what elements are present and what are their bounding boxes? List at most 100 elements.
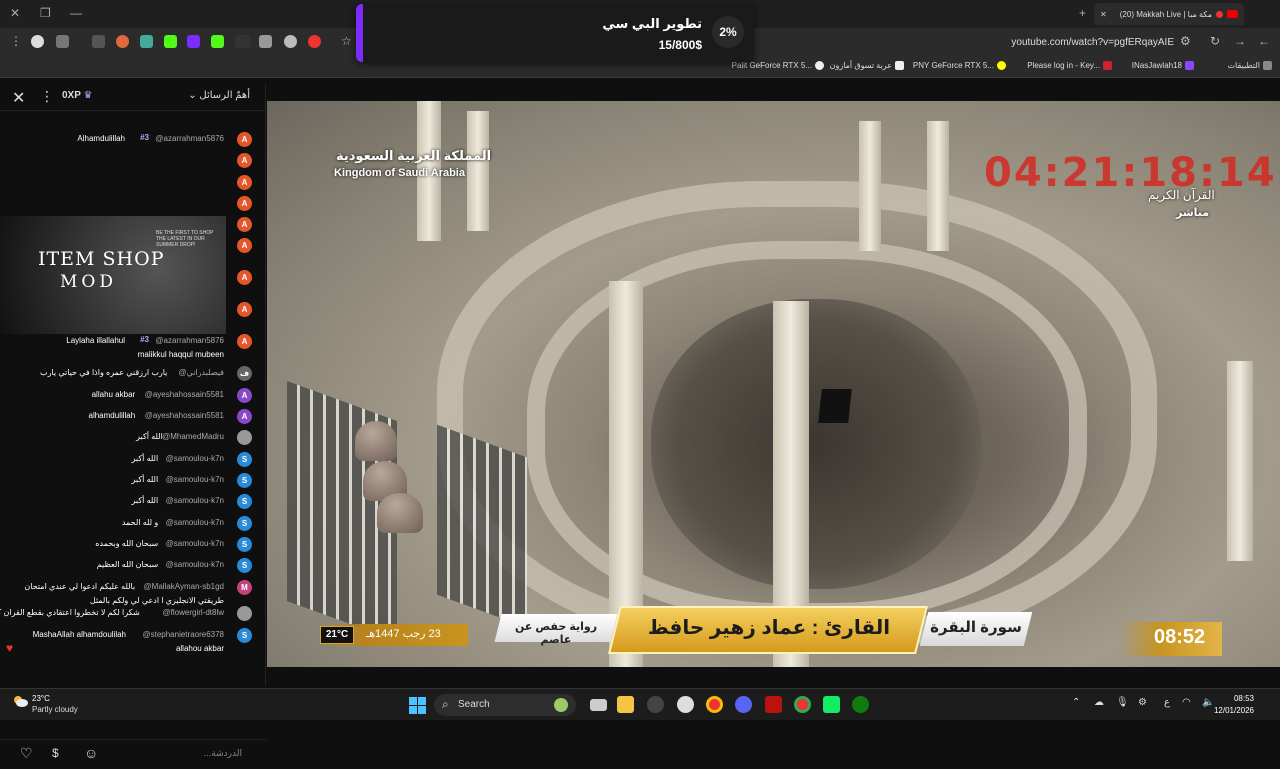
bookmark-star-icon[interactable]: ☆ — [341, 34, 352, 48]
avatar[interactable]: S — [237, 558, 252, 573]
avatar[interactable]: S — [237, 537, 252, 552]
avatar[interactable]: A — [237, 270, 252, 285]
back-icon[interactable]: → — [1234, 34, 1246, 48]
language-icon[interactable]: ع — [1164, 697, 1170, 708]
chat-message[interactable]: M @MallakAyman-sb1gd بالله عليكم ادعوا لي … — [0, 577, 252, 605]
app-icon[interactable] — [647, 696, 664, 713]
avatar[interactable]: A — [237, 217, 252, 232]
close-window-icon[interactable]: ✕ — [10, 6, 20, 20]
bookmark-item[interactable]: Please log in - Key... — [1027, 61, 1112, 71]
extension-400-icon[interactable] — [235, 35, 251, 48]
chat-author[interactable]: @ayeshahossain5581 — [145, 411, 224, 420]
chat-message[interactable]: S @samoulou-k7n الله أكبر — [0, 449, 252, 469]
avatar[interactable]: A — [237, 238, 252, 253]
chat-author[interactable]: @ayeshahossain5581 — [145, 390, 224, 399]
chat-author[interactable]: @samoulou-k7n — [166, 454, 224, 463]
xp-badge[interactable]: 0XP ♛ — [62, 90, 92, 101]
chat-message[interactable]: S @samoulou-k7n الله أكبر — [0, 470, 252, 490]
bookmark-item[interactable]: INasJawlah18 — [1132, 61, 1194, 71]
app-red-icon[interactable] — [765, 696, 782, 713]
close-tab-icon[interactable]: ✕ — [1094, 10, 1107, 19]
address-bar[interactable]: youtube.com/watch?v=pgfERqayAIE — [1011, 37, 1174, 48]
volume-icon[interactable] — [259, 35, 272, 48]
heart-icon[interactable]: ♡ — [20, 745, 33, 762]
chrome-profile-icon[interactable] — [794, 696, 811, 713]
avatar[interactable]: A — [237, 334, 252, 349]
chat-message[interactable]: S @samoulou-k7n الله أكبر — [0, 491, 252, 511]
chat-author[interactable]: @samoulou-k7n — [166, 475, 224, 484]
chat-message[interactable]: ف @فيصلبدراني يارب ارزقني عمره واذا في حيا… — [0, 363, 252, 383]
avatar[interactable]: S — [237, 628, 252, 643]
chat-author[interactable]: @samoulou-k7n — [166, 560, 224, 569]
kick-extension-icon[interactable] — [164, 35, 177, 48]
chat-author[interactable]: @MhamedMadru — [162, 432, 224, 441]
app-active-icon[interactable] — [823, 696, 840, 713]
microphone-icon[interactable]: 🎙 — [1116, 697, 1129, 708]
avatar[interactable]: M — [237, 580, 252, 595]
avatar[interactable]: ف — [237, 366, 252, 381]
weather-temperature[interactable]: 23°C — [32, 694, 50, 703]
clock-time[interactable]: 08:53 — [1234, 694, 1254, 703]
chat-message[interactable]: A @ayeshahossain5581 allahu akbar — [0, 385, 252, 405]
bookmark-item[interactable]: عربة تسوق أمازون — [830, 61, 904, 71]
chrome-icon[interactable] — [706, 696, 723, 713]
avatar[interactable]: A — [237, 196, 252, 211]
chat-author[interactable]: @MallakAyman-sb1gd — [144, 582, 224, 591]
chat-author[interactable]: @samoulou-k7n — [166, 496, 224, 505]
chat-message[interactable]: S @stephanietraore6378 MashaAllah alhamdou… — [0, 625, 252, 655]
chat-message[interactable]: @MhamedMadru الله أكبر — [0, 427, 252, 447]
new-tab-icon[interactable]: + — [1079, 6, 1086, 20]
chat-author[interactable]: @stephanietraore6378 — [142, 630, 224, 639]
taskbar-search[interactable]: ⌕ Search — [434, 694, 576, 716]
more-options-icon[interactable]: ⋮ — [40, 88, 54, 105]
chat-author[interactable]: @azarrahman5876 — [155, 336, 224, 345]
chat-author[interactable]: @samoulou-k7n — [166, 518, 224, 527]
avatar[interactable]: S — [237, 452, 252, 467]
close-chat-icon[interactable]: ✕ — [12, 88, 25, 108]
avatar[interactable]: S — [237, 516, 252, 531]
chat-input[interactable]: الدردشة... — [204, 748, 242, 759]
avatar[interactable]: A — [237, 302, 252, 317]
avatar[interactable]: A — [237, 409, 252, 424]
reload-icon[interactable]: ↻ — [1210, 34, 1220, 48]
chat-sort-dropdown[interactable]: أهمّ الرسائل ⌄ — [188, 90, 250, 101]
clock-date[interactable]: 12/01/2026 — [1214, 706, 1254, 715]
forward-icon[interactable]: ← — [1258, 34, 1270, 48]
avatar[interactable]: A — [237, 175, 252, 190]
extension-red-icon[interactable] — [308, 35, 321, 48]
tray-overflow-icon[interactable]: ⌃ — [1072, 697, 1080, 708]
chat-message[interactable]: S @samoulou-k7n و لله الحمد — [0, 513, 252, 533]
menu-icon[interactable]: ⋮ — [10, 34, 22, 48]
onedrive-icon[interactable]: ⚙ — [1138, 697, 1147, 708]
discord-icon[interactable] — [735, 696, 752, 713]
kick-k-icon[interactable] — [211, 35, 224, 48]
chat-message[interactable]: A — [0, 150, 252, 170]
maximize-window-icon[interactable]: ❐ — [40, 6, 51, 20]
weather-description[interactable]: Partly cloudy — [32, 705, 78, 714]
partly-cloudy-icon[interactable] — [11, 694, 29, 708]
tab-youtube[interactable]: ✕ (20) Makkah Live | مكة مبا — [1094, 3, 1244, 25]
avatar[interactable]: A — [237, 132, 252, 147]
avatar[interactable] — [237, 430, 252, 445]
emoji-icon[interactable]: ☺ — [84, 745, 98, 761]
extensions-icon[interactable] — [92, 35, 105, 48]
network-icon[interactable]: ☁ — [1094, 697, 1104, 708]
chat-message[interactable]: S @samoulou-k7n سبحان الله وبحمده — [0, 534, 252, 554]
chat-message[interactable]: A — [0, 193, 252, 213]
chat-author[interactable]: @azarrahman5876 — [155, 134, 224, 143]
volume-icon[interactable]: 🔈 — [1202, 697, 1214, 708]
chat-message[interactable]: A @azarrahman5876 #3 Laylaha illallahul mali… — [0, 331, 252, 359]
chat-message[interactable]: A @azarrahman5876 #3 Alhamdulillah — [0, 129, 252, 149]
bookmark-item[interactable]: PNY GeForce RTX 5... — [913, 61, 1006, 71]
extension-green-icon[interactable] — [140, 35, 153, 48]
extension-grey-icon[interactable] — [284, 35, 297, 48]
xbox-icon[interactable] — [852, 696, 869, 713]
chat-author[interactable]: @samoulou-k7n — [166, 539, 224, 548]
avatar[interactable]: A — [237, 153, 252, 168]
task-view-icon[interactable] — [590, 699, 607, 711]
chat-message[interactable]: A — [0, 172, 252, 192]
avatar[interactable] — [237, 606, 252, 621]
extension-orange-icon[interactable] — [116, 35, 129, 48]
extension-purple-icon[interactable] — [187, 35, 200, 48]
media-icon[interactable] — [56, 35, 69, 48]
